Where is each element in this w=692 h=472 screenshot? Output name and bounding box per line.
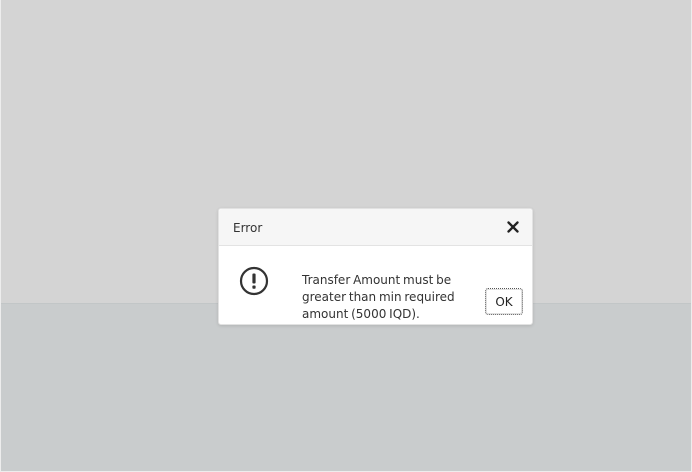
screen: Error Transfer Amount must be greater th…	[0, 0, 692, 472]
ok-button[interactable]: OK	[485, 288, 523, 315]
exclamation-circle-icon	[239, 266, 269, 296]
error-dialog: Error Transfer Amount must be greater th…	[218, 208, 533, 325]
error-message: Transfer Amount must be greater than min…	[302, 273, 455, 321]
dialog-title: Error	[233, 221, 263, 235]
close-icon[interactable]	[505, 219, 521, 235]
left-edge	[0, 0, 1, 472]
dialog-header: Error	[219, 209, 532, 246]
dialog-body: Transfer Amount must be greater than min…	[219, 246, 532, 324]
modal-backdrop-bottom	[1, 303, 691, 471]
